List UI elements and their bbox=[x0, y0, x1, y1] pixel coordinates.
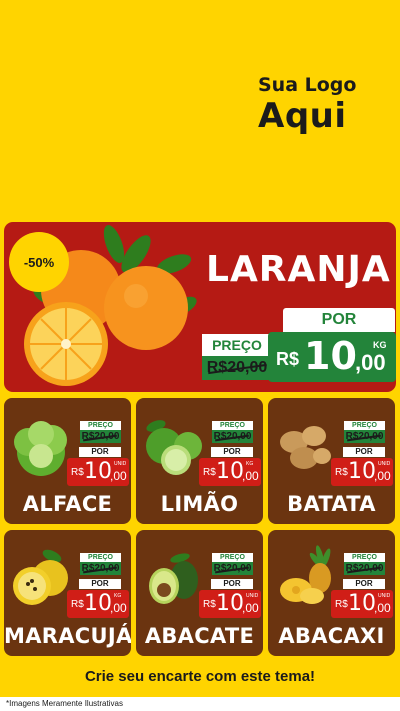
old-price-box: PREÇO R$20,00 bbox=[80, 553, 121, 575]
brand-logo: Sua Logo Aqui bbox=[258, 74, 357, 136]
old-price-box: PREÇO R$20,00 bbox=[80, 421, 121, 443]
por-label: POR bbox=[211, 579, 253, 589]
product-name: ALFACE bbox=[22, 492, 113, 516]
old-price-label: PREÇO bbox=[202, 334, 272, 356]
disclaimer: *Imagens Meramente Ilustrativas bbox=[0, 697, 400, 711]
price-unit: UNID bbox=[114, 461, 127, 467]
old-price-value: R$20,00 bbox=[344, 562, 385, 575]
price-currency: R$ bbox=[203, 599, 216, 610]
old-price-label: PREÇO bbox=[80, 553, 121, 562]
price-integer: 10 bbox=[348, 459, 376, 484]
logo-line-1: Sua Logo bbox=[258, 74, 357, 96]
product-name: ABACATE bbox=[144, 624, 255, 648]
product-name: ABACAXI bbox=[278, 624, 385, 648]
price-decimal: ,00 bbox=[110, 469, 127, 483]
price-integer: 10 bbox=[216, 591, 244, 616]
old-price-value: R$20,00 bbox=[344, 430, 385, 443]
price-unit: KG bbox=[246, 461, 254, 467]
potato-icon bbox=[280, 426, 331, 469]
sale-price-box: R$ 10 ,00 UNID bbox=[331, 590, 393, 618]
sale-price-box: R$ 10 ,00 KG bbox=[268, 332, 396, 382]
old-price-value: R$20,00 bbox=[212, 430, 253, 443]
old-price-label: PREÇO bbox=[212, 421, 253, 430]
product-name: BATATA bbox=[287, 492, 376, 516]
sale-price-box: R$ 10 ,00 KG bbox=[67, 590, 129, 618]
old-price-box: PREÇO R$20,00 bbox=[212, 421, 253, 443]
tagline: Crie seu encarte com este tema! bbox=[84, 668, 316, 685]
price-integer: 10 bbox=[348, 591, 376, 616]
price-currency: R$ bbox=[335, 599, 348, 610]
por-label: POR bbox=[343, 447, 385, 457]
product-card: PREÇO R$20,00 POR R$ 10 ,00 KG MARACUJÁ bbox=[4, 530, 131, 656]
por-label: POR bbox=[79, 447, 121, 457]
old-price-label: PREÇO bbox=[212, 553, 253, 562]
product-name: MARACUJÁ bbox=[4, 624, 131, 648]
price-integer: 10 bbox=[84, 459, 112, 484]
avocado-icon bbox=[149, 553, 198, 604]
por-label: POR bbox=[79, 579, 121, 589]
hero-offer-card: -50% LARANJA PREÇO R$20,00 POR R$ 10 ,00… bbox=[4, 222, 396, 392]
pineapple-icon bbox=[280, 545, 331, 604]
passion-fruit-icon bbox=[13, 549, 68, 605]
old-price-value: R$20,00 bbox=[202, 356, 272, 380]
old-price-label: PREÇO bbox=[80, 421, 121, 430]
old-price-value: R$20,00 bbox=[212, 562, 253, 575]
price-unit: UNID bbox=[378, 461, 391, 467]
old-price-label: PREÇO bbox=[344, 553, 385, 562]
product-card: PREÇO R$20,00 POR R$ 10 ,00 UNID ABACATE bbox=[136, 530, 263, 656]
price-unit: KG bbox=[114, 593, 122, 599]
old-price-box: PREÇO R$20,00 bbox=[202, 334, 272, 380]
price-currency: R$ bbox=[203, 467, 216, 478]
price-integer: 10 bbox=[304, 334, 357, 378]
price-currency: R$ bbox=[335, 467, 348, 478]
product-card: PREÇO R$20,00 POR R$ 10 ,00 UNID ALFACE bbox=[4, 398, 131, 524]
price-decimal: ,00 bbox=[242, 601, 259, 615]
product-card: PREÇO R$20,00 POR R$ 10 ,00 UNID ABACAXI bbox=[268, 530, 395, 656]
discount-badge: -50% bbox=[9, 232, 69, 292]
old-price-box: PREÇO R$20,00 bbox=[344, 421, 385, 443]
por-label: POR bbox=[343, 579, 385, 589]
price-unit: UNID bbox=[246, 593, 259, 599]
product-card: PREÇO R$20,00 POR R$ 10 ,00 KG LIMÃO bbox=[136, 398, 263, 524]
por-label: POR bbox=[283, 308, 395, 332]
price-unit: KG bbox=[373, 340, 387, 350]
price-decimal: ,00 bbox=[242, 469, 259, 483]
price-currency: R$ bbox=[71, 599, 84, 610]
por-label: POR bbox=[211, 447, 253, 457]
old-price-box: PREÇO R$20,00 bbox=[212, 553, 253, 575]
price-decimal: ,00 bbox=[374, 601, 391, 615]
price-decimal: ,00 bbox=[110, 601, 127, 615]
hero-product-name: LARANJA bbox=[206, 249, 391, 290]
logo-line-2: Aqui bbox=[258, 96, 347, 136]
price-integer: 10 bbox=[84, 591, 112, 616]
sale-price-box: R$ 10 ,00 UNID bbox=[67, 458, 129, 486]
old-price-box: PREÇO R$20,00 bbox=[344, 553, 385, 575]
lettuce-icon bbox=[14, 421, 67, 476]
old-price-value: R$20,00 bbox=[80, 562, 121, 575]
sale-price-box: R$ 10 ,00 UNID bbox=[331, 458, 393, 486]
sale-price-box: R$ 10 ,00 UNID bbox=[199, 590, 261, 618]
lime-icon bbox=[146, 420, 202, 475]
sale-price-box: R$ 10 ,00 KG bbox=[199, 458, 261, 486]
price-decimal: ,00 bbox=[355, 350, 386, 375]
price-currency: R$ bbox=[71, 467, 84, 478]
price-decimal: ,00 bbox=[374, 469, 391, 483]
price-currency: R$ bbox=[276, 349, 300, 369]
price-unit: UNID bbox=[378, 593, 391, 599]
price-integer: 10 bbox=[216, 459, 244, 484]
old-price-value: R$20,00 bbox=[80, 430, 121, 443]
old-price-label: PREÇO bbox=[344, 421, 385, 430]
product-card: PREÇO R$20,00 POR R$ 10 ,00 UNID BATATA bbox=[268, 398, 395, 524]
product-name: LIMÃO bbox=[160, 492, 239, 516]
